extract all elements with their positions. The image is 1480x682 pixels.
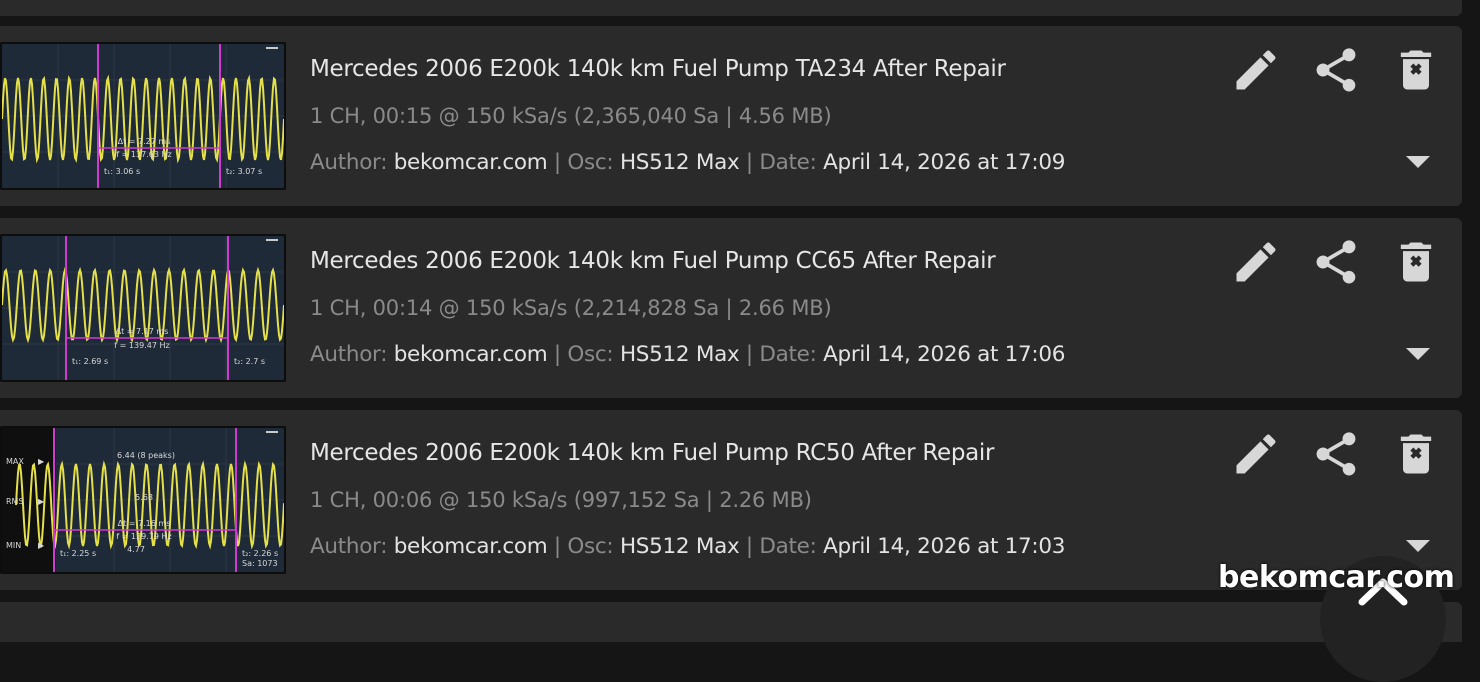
min-label: MIN [6, 541, 21, 550]
recording-info: Author: bekomcar.com | Osc: HS512 Max | … [310, 534, 1066, 559]
chevron-down-icon[interactable] [1404, 538, 1432, 554]
waveform-thumbnail[interactable]: Δt = 7.17 ms f = 139.47 Hz t₁: 2.69 s t₂… [0, 234, 286, 382]
rms-label: RMS [6, 497, 24, 506]
samples-label: Sa: 1073 [242, 559, 278, 568]
minimize-icon [266, 47, 278, 53]
chevron-down-icon[interactable] [1404, 154, 1432, 170]
waveform-plot: Δt = 7.17 ms f = 139.47 Hz t₁: 2.69 s t₂… [2, 236, 284, 380]
mid-value: 5.68 [135, 493, 153, 502]
pencil-icon[interactable] [1230, 428, 1282, 480]
recording-title: Mercedes 2006 E200k 140k km Fuel Pump RC… [310, 440, 995, 466]
waveform-thumbnail[interactable]: 6.44 (8 peaks) MAX ▶ RMS ▶ MIN ▶ 5.68 Δt… [0, 426, 286, 574]
osc-value: HS512 Max [619, 150, 740, 175]
waveform-plot: Δt = 7.27 ms f = 137.63 Hz t₁: 3.06 s t₂… [2, 44, 284, 188]
low-value: 4.77 [127, 545, 145, 554]
author-value: bekomcar.com [393, 534, 548, 559]
previous-recording-card[interactable] [0, 0, 1462, 16]
rms-arrow-icon: ▶ [38, 497, 45, 506]
minimize-icon [266, 431, 278, 437]
share-icon[interactable] [1310, 236, 1362, 288]
date-value: April 14, 2026 at 17:03 [823, 534, 1066, 559]
recording-title: Mercedes 2006 E200k 140k km Fuel Pump CC… [310, 248, 996, 274]
max-label: MAX [6, 457, 24, 466]
waveform-plot: 6.44 (8 peaks) MAX ▶ RMS ▶ MIN ▶ 5.68 Δt… [2, 428, 284, 572]
recording-meta: 1 CH, 00:06 @ 150 kSa/s (997,152 Sa | 2.… [310, 488, 812, 512]
peaks-label: 6.44 (8 peaks) [117, 451, 175, 460]
share-icon[interactable] [1310, 428, 1362, 480]
recording-info: Author: bekomcar.com | Osc: HS512 Max | … [310, 342, 1066, 367]
min-arrow-icon: ▶ [38, 541, 45, 550]
frequency-label: f = 137.63 Hz [116, 150, 171, 159]
author-value: bekomcar.com [393, 150, 548, 175]
osc-value: HS512 Max [619, 534, 740, 559]
t1-label: t₁: 2.69 s [72, 357, 108, 366]
trash-icon[interactable] [1390, 236, 1442, 288]
trash-icon[interactable] [1390, 44, 1442, 96]
share-icon[interactable] [1310, 44, 1362, 96]
author-value: bekomcar.com [393, 342, 548, 367]
pencil-icon[interactable] [1230, 44, 1282, 96]
date-value: April 14, 2026 at 17:06 [823, 342, 1066, 367]
recording-title: Mercedes 2006 E200k 140k km Fuel Pump TA… [310, 56, 1006, 82]
recording-meta: 1 CH, 00:15 @ 150 kSa/s (2,365,040 Sa | … [310, 104, 832, 128]
recording-card[interactable]: Δt = 7.17 ms f = 139.47 Hz t₁: 2.69 s t₂… [0, 218, 1462, 398]
recording-card[interactable]: Δt = 7.27 ms f = 137.63 Hz t₁: 3.06 s t₂… [0, 26, 1462, 206]
watermark: bekomcar.com [1218, 560, 1455, 595]
minimize-icon [266, 239, 278, 245]
t2-label: t₂: 2.26 s [242, 549, 278, 558]
date-value: April 14, 2026 at 17:09 [823, 150, 1066, 175]
waveform-thumbnail[interactable]: Δt = 7.27 ms f = 137.63 Hz t₁: 3.06 s t₂… [0, 42, 286, 190]
chevron-down-icon[interactable] [1404, 346, 1432, 362]
trash-icon[interactable] [1390, 428, 1442, 480]
osc-value: HS512 Max [619, 342, 740, 367]
recording-info: Author: bekomcar.com | Osc: HS512 Max | … [310, 150, 1066, 175]
recording-meta: 1 CH, 00:14 @ 150 kSa/s (2,214,828 Sa | … [310, 296, 832, 320]
frequency-label: f = 139.79 Hz [116, 532, 171, 541]
t2-label: t₂: 2.7 s [234, 357, 265, 366]
pencil-icon[interactable] [1230, 236, 1282, 288]
delta-label: Δt = 7.17 ms [116, 327, 169, 336]
max-arrow-icon: ▶ [38, 457, 45, 466]
delta-label: Δt = 7.16 ms [118, 519, 171, 528]
t1-label: t₁: 2.25 s [60, 549, 96, 558]
next-recording-card[interactable] [0, 602, 1462, 642]
delta-label: Δt = 7.27 ms [118, 137, 171, 146]
t1-label: t₁: 3.06 s [104, 167, 140, 176]
frequency-label: f = 139.47 Hz [114, 341, 169, 350]
t2-label: t₂: 3.07 s [226, 167, 262, 176]
